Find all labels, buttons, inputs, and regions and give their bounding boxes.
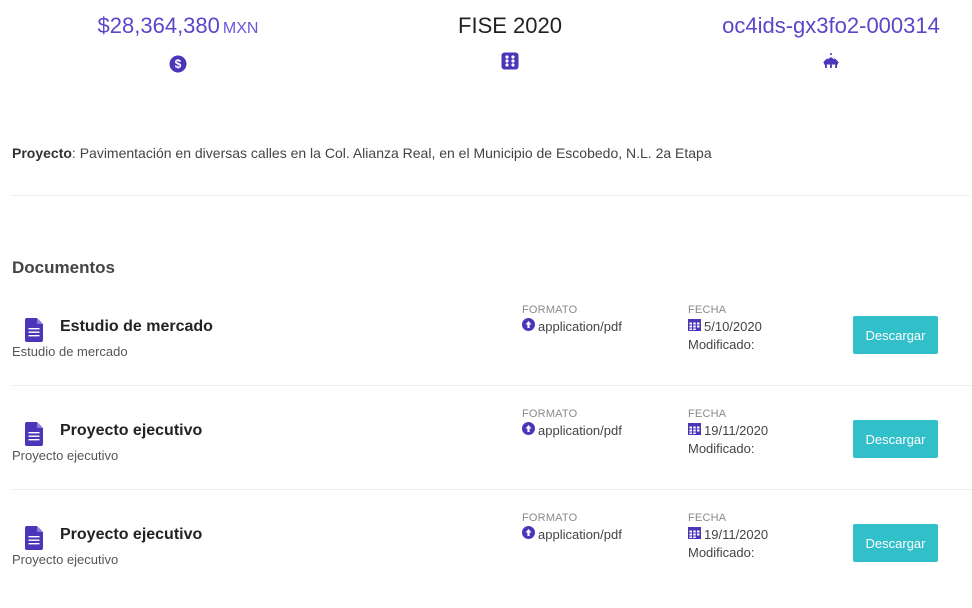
modified-label: Modificado: — [688, 441, 755, 456]
format-column: FORMATO application/pdf — [522, 408, 622, 438]
format-text: application/pdf — [538, 526, 622, 542]
date-label: FECHA — [688, 512, 727, 524]
amount-number: $28,364,380 — [97, 13, 220, 38]
download-button[interactable]: Descargar — [853, 524, 938, 562]
document-row: Proyecto ejecutivo Proyecto ejecutivo FO… — [12, 400, 972, 504]
date-text: 19/11/2020 — [704, 526, 769, 542]
project-text: Pavimentación en diversas calles en la C… — [75, 145, 712, 161]
currency-code: MXN — [222, 20, 259, 37]
document-row: Estudio de mercado Estudio de mercado FO… — [12, 296, 972, 400]
document-subtitle: Estudio de mercado — [12, 344, 128, 359]
date-text: 19/11/2020 — [704, 422, 769, 438]
arrow-up-circle-icon — [522, 526, 535, 542]
format-value: application/pdf — [522, 422, 622, 438]
dollar-circle-icon: $ — [68, 55, 288, 73]
date-value: 5/10/2020 — [688, 318, 762, 334]
document-icon — [25, 318, 43, 342]
format-text: application/pdf — [538, 318, 622, 334]
calendar-icon — [688, 526, 701, 542]
date-column: FECHA 5/10/2020 Modificado: — [688, 304, 762, 352]
arrow-up-circle-icon — [522, 422, 535, 438]
calendar-icon — [688, 318, 701, 334]
download-button[interactable]: Descargar — [853, 420, 938, 458]
program-stat: FISE 2020 — [400, 10, 620, 70]
document-row: Proyecto ejecutivo Proyecto ejecutivo FO… — [12, 504, 972, 608]
svg-text:$: $ — [175, 57, 182, 71]
modified-label: Modificado: — [688, 337, 755, 352]
project-description: Proyecto: Pavimentación en diversas call… — [12, 145, 962, 161]
building-dome-icon — [690, 52, 972, 70]
arrow-up-circle-icon — [522, 318, 535, 334]
format-label: FORMATO — [522, 408, 578, 420]
amount-stat: $28,364,380 MXN $ — [68, 10, 288, 73]
format-label: FORMATO — [522, 304, 578, 316]
grid-dots-icon — [400, 52, 620, 70]
documents-heading: Documentos — [12, 258, 115, 277]
section-divider — [12, 195, 970, 196]
document-title: Proyecto ejecutivo — [60, 526, 203, 543]
amount-value: $28,364,380 MXN — [68, 10, 288, 45]
date-text: 5/10/2020 — [704, 318, 762, 334]
document-icon — [25, 526, 43, 550]
date-value: 19/11/2020 — [688, 526, 768, 542]
document-subtitle: Proyecto ejecutivo — [12, 448, 119, 463]
format-value: application/pdf — [522, 526, 622, 542]
summary-row: $28,364,380 MXN $ FISE 2020 oc4ids-gx3fo2… — [0, 0, 972, 90]
download-button[interactable]: Descargar — [853, 316, 938, 354]
project-label: Proyecto — [12, 145, 72, 161]
format-column: FORMATO application/pdf — [522, 512, 622, 542]
modified-label: Modificado: — [688, 545, 755, 560]
format-label: FORMATO — [522, 512, 578, 524]
row-divider — [12, 385, 972, 386]
date-label: FECHA — [688, 304, 727, 316]
row-divider — [12, 489, 972, 490]
ocid-value: oc4ids-gx3fo2-000314 — [722, 13, 940, 38]
ocid-stat: oc4ids-gx3fo2-000314 — [690, 10, 972, 70]
format-text: application/pdf — [538, 422, 622, 438]
date-column: FECHA 19/11/2020 Modificado: — [688, 512, 768, 560]
format-column: FORMATO application/pdf — [522, 304, 622, 334]
document-title: Estudio de mercado — [60, 318, 213, 335]
calendar-icon — [688, 422, 701, 438]
program-value: FISE 2020 — [458, 13, 562, 38]
date-label: FECHA — [688, 408, 727, 420]
document-icon — [25, 422, 43, 446]
date-value: 19/11/2020 — [688, 422, 768, 438]
date-column: FECHA 19/11/2020 Modificado: — [688, 408, 768, 456]
document-title: Proyecto ejecutivo — [60, 422, 203, 439]
format-value: application/pdf — [522, 318, 622, 334]
